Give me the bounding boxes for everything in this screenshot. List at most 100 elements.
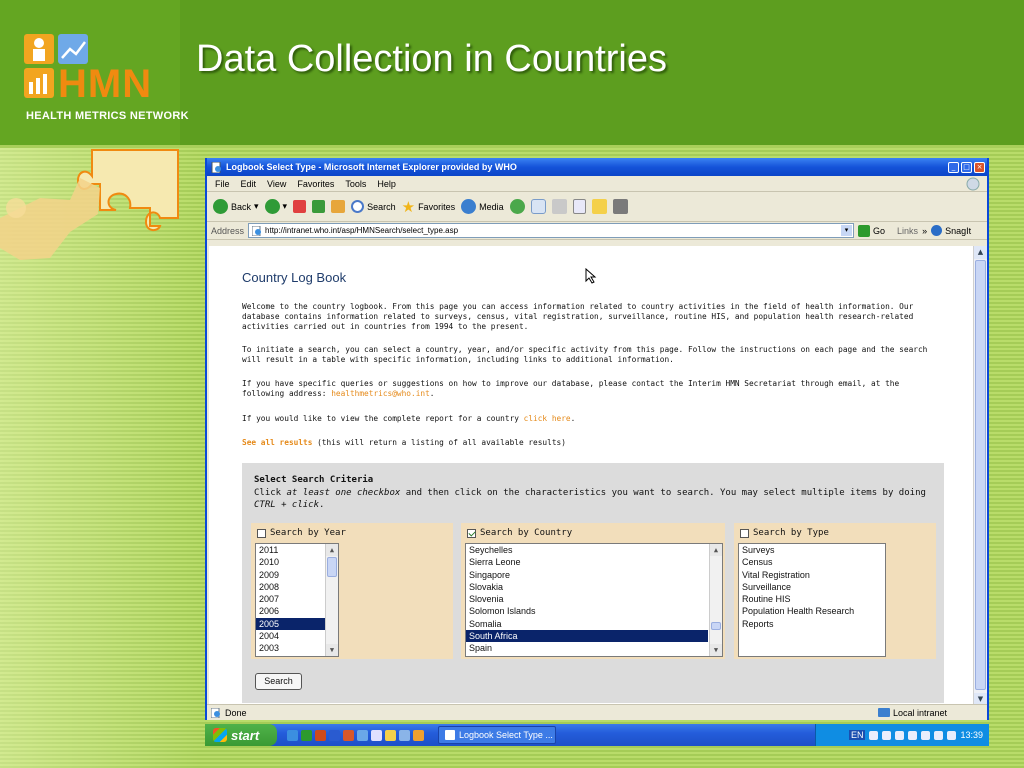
scroll-thumb[interactable] [327, 557, 337, 577]
ie-page-icon [211, 707, 220, 718]
country-listbox[interactable]: Seychelles Sierra Leone Singapore Slovak… [465, 543, 723, 657]
back-button[interactable]: Back ▾ [213, 199, 259, 214]
clock: 13:39 [960, 730, 983, 740]
search-button[interactable]: Search [351, 200, 396, 213]
year-listbox[interactable]: 2011 2010 2009 2008 2007 2006 2005 2004 … [255, 543, 339, 657]
menu-tools[interactable]: Tools [345, 179, 366, 189]
list-item[interactable]: Seychelles [466, 544, 722, 556]
go-button[interactable]: Go [858, 224, 885, 237]
print-icon[interactable] [551, 199, 567, 214]
tray-icon[interactable] [947, 730, 957, 740]
type-listbox[interactable]: Surveys Census Vital Registration Survei… [738, 543, 886, 657]
maximize-icon[interactable]: □ [961, 161, 972, 173]
snagit-label: SnagIt [945, 225, 972, 236]
year-checkbox-row[interactable]: Search by Year [257, 528, 346, 538]
minimize-icon[interactable]: _ [948, 161, 959, 173]
status-text: Done [225, 707, 247, 718]
list-item[interactable]: Reports [739, 618, 885, 630]
country-checkbox[interactable] [467, 528, 476, 538]
snagit-button[interactable]: SnagIt [931, 225, 971, 236]
scroll-thumb[interactable] [975, 260, 986, 690]
list-item[interactable]: Routine HIS [739, 593, 885, 605]
history-icon[interactable] [509, 199, 525, 214]
list-item[interactable]: Slovenia [466, 593, 722, 605]
email-link[interactable]: healthmetrics@who.int [331, 389, 430, 398]
chevron-up-icon[interactable]: ▲ [974, 246, 987, 259]
list-item-selected[interactable]: South Africa [466, 630, 708, 643]
favorites-button[interactable]: ★ Favorites [402, 198, 455, 216]
list-item[interactable]: Census [739, 556, 885, 568]
menu-favorites[interactable]: Favorites [297, 179, 334, 189]
tray-icon[interactable] [895, 730, 905, 740]
edit-icon[interactable] [572, 199, 586, 214]
chevron-down-icon[interactable]: ▼ [326, 644, 338, 656]
address-input[interactable]: http://intranet.who.int/asp/HMNSearch/se… [248, 223, 855, 238]
forward-arrow-icon [264, 199, 280, 214]
tray-icon[interactable] [882, 730, 892, 740]
type-checkbox[interactable] [740, 528, 749, 538]
mail-icon[interactable] [530, 199, 546, 214]
folder-icon[interactable] [385, 729, 396, 741]
search-button[interactable]: Search [255, 673, 302, 690]
menu-edit[interactable]: Edit [241, 179, 257, 189]
chevron-down-icon: ▾ [282, 201, 288, 211]
scroll-thumb[interactable] [711, 622, 721, 630]
list-item[interactable]: Somalia [466, 618, 722, 630]
click-here-link[interactable]: click here [524, 414, 571, 423]
chevron-up-icon[interactable]: ▲ [710, 544, 722, 556]
list-item[interactable]: Vital Registration [739, 569, 885, 581]
list-item[interactable]: Sierra Leone [466, 556, 722, 568]
ie-icon[interactable] [287, 729, 298, 741]
home-icon[interactable] [331, 200, 346, 213]
list-item[interactable]: Spain [466, 642, 722, 654]
list-item[interactable]: Population Health Research [739, 605, 885, 617]
close-icon[interactable]: × [974, 161, 985, 173]
chevron-right-icon[interactable]: » [922, 226, 927, 236]
app-icon[interactable] [371, 729, 382, 741]
year-checkbox[interactable] [257, 528, 266, 538]
search-criteria-panel: Select Search Criteria Click at least on… [242, 463, 944, 703]
type-checkbox-row[interactable]: Search by Type [740, 528, 829, 538]
folder-icon[interactable] [591, 199, 607, 214]
list-item[interactable]: Surveys [739, 544, 885, 556]
menu-file[interactable]: File [215, 179, 230, 189]
media-button[interactable]: Media [461, 199, 504, 214]
zone-text: Local intranet [892, 707, 947, 718]
chevron-down-icon[interactable]: ▼ [710, 644, 722, 656]
taskbar-item-logbook[interactable]: Logbook Select Type ... [438, 726, 556, 744]
country-scrollbar[interactable]: ▲ ▼ [709, 544, 722, 656]
menu-help[interactable]: Help [377, 179, 396, 189]
year-scrollbar[interactable]: ▲ ▼ [325, 544, 338, 656]
excel-icon[interactable] [301, 729, 312, 741]
page-scrollbar[interactable]: ▲ ▼ [973, 246, 987, 706]
app-icon[interactable] [413, 729, 424, 741]
tray-icon[interactable] [921, 730, 931, 740]
forward-button[interactable]: ▾ [264, 199, 288, 214]
tray-icon[interactable] [934, 730, 944, 740]
start-button[interactable]: start [205, 724, 277, 746]
stop-icon[interactable] [293, 200, 307, 213]
refresh-icon[interactable] [312, 200, 326, 213]
tray-icon[interactable] [908, 730, 918, 740]
app-icon[interactable] [399, 729, 410, 741]
research-icon[interactable] [612, 199, 628, 214]
see-all-link[interactable]: See all results [242, 438, 312, 447]
list-item[interactable]: Solomon Islands [466, 605, 722, 617]
app-icon[interactable] [357, 729, 368, 741]
powerpoint-icon[interactable] [343, 729, 354, 741]
window-titlebar[interactable]: Logbook Select Type - Microsoft Internet… [207, 158, 987, 176]
word-icon[interactable] [329, 729, 340, 741]
window-title: Logbook Select Type - Microsoft Internet… [226, 162, 517, 172]
list-item[interactable]: Slovakia [466, 581, 722, 593]
country-checkbox-row[interactable]: Search by Country [467, 528, 572, 538]
chevron-up-icon[interactable]: ▲ [326, 544, 338, 556]
outlook-icon[interactable] [315, 729, 326, 741]
links-label[interactable]: Links [897, 226, 918, 236]
menu-view[interactable]: View [267, 179, 286, 189]
language-indicator[interactable]: EN [848, 730, 866, 740]
chevron-down-icon[interactable]: ▾ [841, 225, 853, 236]
list-item[interactable]: Singapore [466, 569, 722, 581]
address-bar: Address http://intranet.who.int/asp/HMNS… [207, 222, 987, 240]
tray-icon[interactable] [869, 730, 879, 740]
list-item[interactable]: Surveillance [739, 581, 885, 593]
